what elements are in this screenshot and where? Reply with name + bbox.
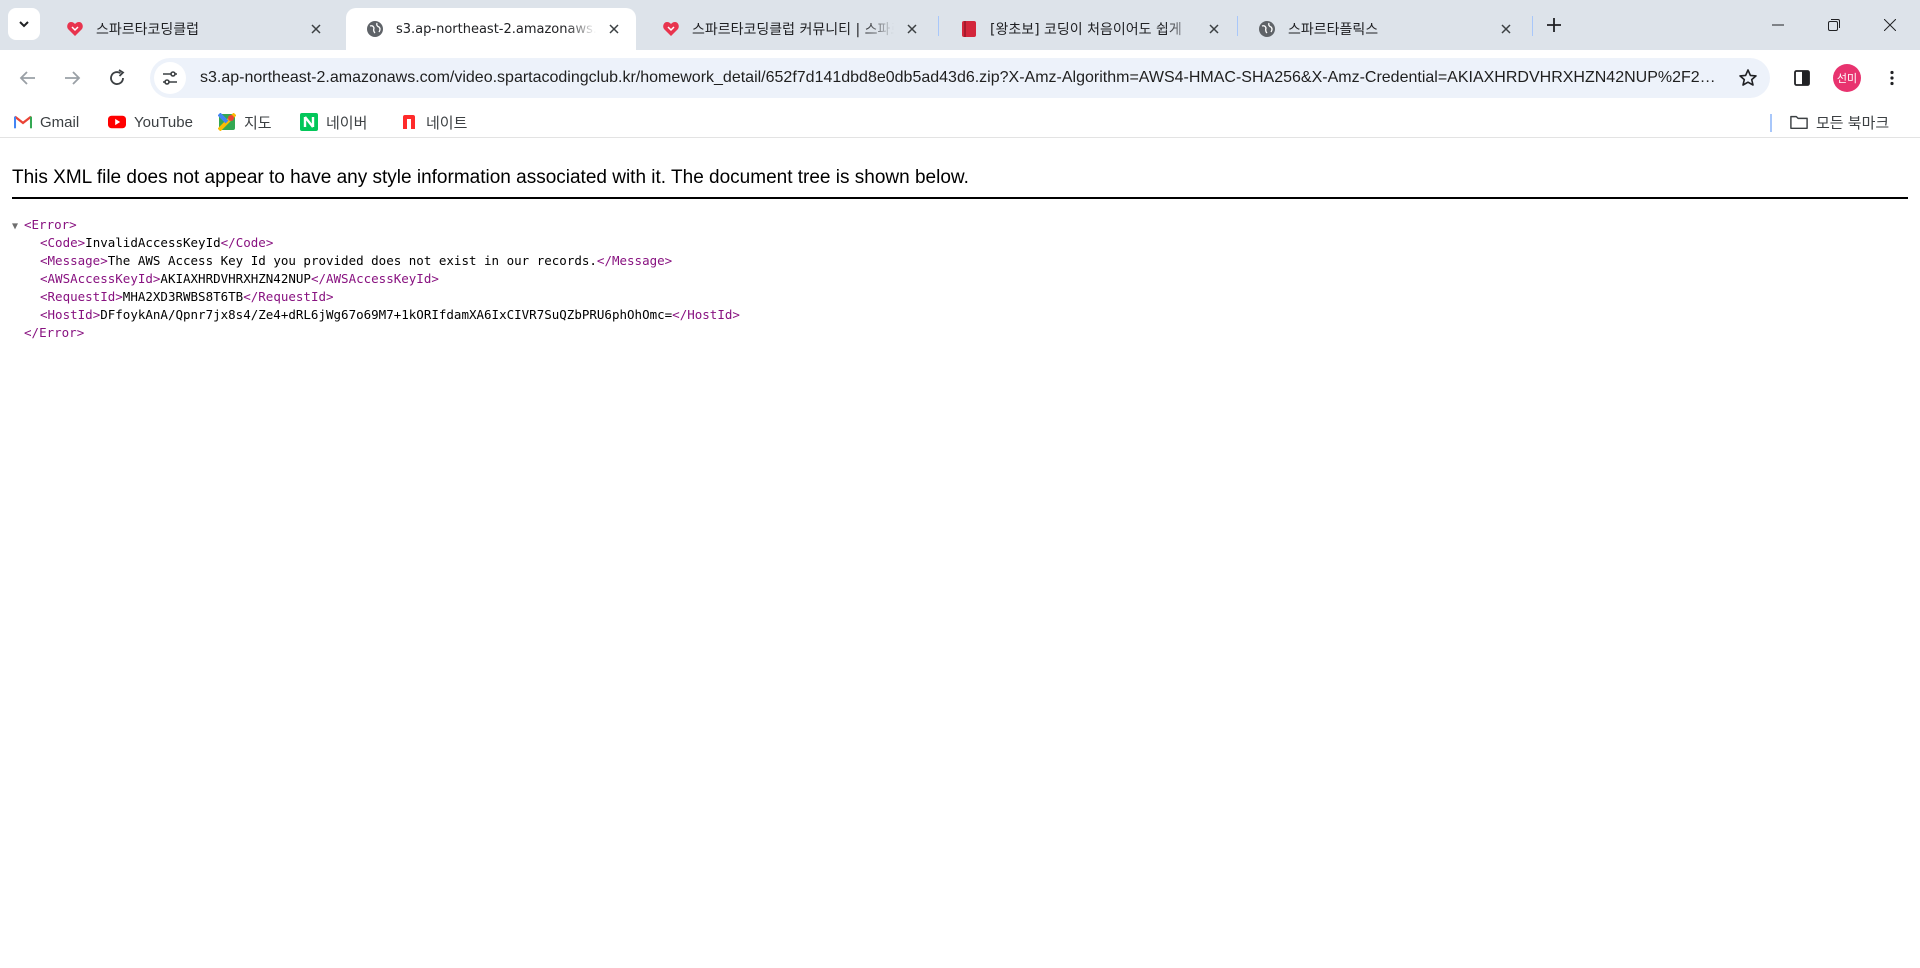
close-window-button[interactable] <box>1862 0 1918 50</box>
naver-icon <box>300 113 318 131</box>
xml-element-message: <Message>The AWS Access Key Id you provi… <box>40 253 673 268</box>
chevron-down-icon <box>19 21 29 28</box>
bookmark-star-button[interactable] <box>1732 62 1764 94</box>
xml-value: InvalidAccessKeyId <box>85 235 221 250</box>
address-bar[interactable]: s3.ap-northeast-2.amazonaws.com/video.sp… <box>150 58 1770 98</box>
more-vert-icon <box>1890 70 1894 86</box>
all-bookmarks-button[interactable]: 모든 북마크 <box>1790 110 1889 134</box>
bookmarks-bar: Gmail YouTube 지도 네이버 네이트 모든 북마크 <box>0 106 1920 138</box>
maps-icon <box>218 113 236 131</box>
bookmark-maps[interactable]: 지도 <box>218 110 272 134</box>
close-icon[interactable] <box>1496 19 1516 39</box>
new-tab-button[interactable] <box>1540 11 1568 39</box>
restore-icon <box>1828 19 1840 31</box>
tab-beginner-coding[interactable]: [왕초보] 코딩이 처음이어도 쉽게 <box>940 8 1236 50</box>
xml-value: AKIAXHRDVHRXHZN42NUP <box>160 271 311 286</box>
tab-s3-amazonaws[interactable]: s3.ap-northeast-2.amazonaws.com <box>346 8 636 50</box>
xml-root-close: </Error> <box>24 325 85 340</box>
xml-element-code: <Code>InvalidAccessKeyId</Code> <box>40 235 274 250</box>
tab-separator <box>1532 16 1533 36</box>
spartacodingclub-heart-icon <box>662 20 680 38</box>
xml-value: The AWS Access Key Id you provided does … <box>107 253 597 268</box>
bookmark-label: 지도 <box>244 114 272 132</box>
restore-button[interactable] <box>1806 0 1862 50</box>
minimize-icon <box>1772 24 1784 26</box>
globe-icon <box>366 20 384 38</box>
tab-title: 스파르타코딩클럽 <box>96 22 200 38</box>
tab-title: [왕초보] 코딩이 처음이어도 쉽게 <box>990 22 1182 38</box>
close-icon[interactable] <box>1204 19 1224 39</box>
star-icon <box>1739 69 1757 86</box>
bookmark-label: Gmail <box>40 113 80 131</box>
profile-avatar[interactable]: 선미 <box>1833 64 1861 92</box>
reload-button[interactable] <box>101 62 133 94</box>
tab-title: 스파르타코딩클럽 커뮤니티 | 스파르타 <box>692 22 894 38</box>
plus-icon <box>1547 18 1561 32</box>
arrow-back-icon <box>19 71 35 85</box>
side-panel-icon <box>1794 70 1810 86</box>
xml-element-hostid: <HostId>DFfoykAnA/Qpnr7jx8s4/Ze4+dRL6jWg… <box>40 307 740 322</box>
chrome-menu-button[interactable] <box>1876 62 1908 94</box>
xml-tree: ▼ <Error> <Code>InvalidAccessKeyId</Code>… <box>12 216 740 342</box>
xml-style-notice: This XML file does not appear to have an… <box>12 167 1908 199</box>
collapse-triangle-icon[interactable]: ▼ <box>12 218 24 236</box>
tab-title: 스파르타플릭스 <box>1288 22 1379 38</box>
page-content: This XML file does not appear to have an… <box>0 139 1920 968</box>
url-text[interactable]: s3.ap-northeast-2.amazonaws.com/video.sp… <box>200 69 1732 87</box>
tab-spartaflix[interactable]: 스파르타플릭스 <box>1238 8 1528 50</box>
toolbar: s3.ap-northeast-2.amazonaws.com/video.sp… <box>0 50 1920 106</box>
spartacodingclub-heart-icon <box>66 20 84 38</box>
back-button[interactable] <box>12 62 44 94</box>
close-icon[interactable] <box>604 19 624 39</box>
side-panel-button[interactable] <box>1786 62 1818 94</box>
youtube-icon <box>108 113 126 131</box>
tab-separator <box>938 16 939 36</box>
bookmark-gmail[interactable]: Gmail <box>14 110 79 134</box>
red-book-icon <box>960 20 978 38</box>
tab-spartacodingclub-community[interactable]: 스파르타코딩클럽 커뮤니티 | 스파르타 <box>642 8 934 50</box>
close-icon[interactable] <box>306 19 326 39</box>
arrow-forward-icon <box>65 71 81 85</box>
nate-icon <box>400 113 418 131</box>
reload-icon <box>110 69 125 85</box>
close-icon[interactable] <box>902 19 922 39</box>
bookmark-label: 네이트 <box>426 114 468 132</box>
xml-element-requestid: <RequestId>MHA2XD3RWBS8T6TB</RequestId> <box>40 289 334 304</box>
globe-icon <box>1258 20 1276 38</box>
bookmark-naver[interactable]: 네이버 <box>300 110 367 134</box>
site-info-button[interactable] <box>154 62 186 94</box>
tab-strip: 스파르타코딩클럽 s3.ap-northeast-2.amazonaws.com… <box>0 0 1920 50</box>
forward-button[interactable] <box>56 62 88 94</box>
bookmark-label: 네이버 <box>326 114 368 132</box>
bookmark-nate[interactable]: 네이트 <box>400 110 467 134</box>
tab-title: s3.ap-northeast-2.amazonaws.com <box>396 21 596 37</box>
gmail-icon <box>14 113 32 131</box>
bookmarks-separator <box>1770 114 1772 132</box>
tab-spartacodingclub[interactable]: 스파르타코딩클럽 <box>46 8 338 50</box>
folder-icon <box>1790 113 1808 131</box>
xml-element-awsaccesskeyid: <AWSAccessKeyId>AKIAXHRDVHRXHZN42NUP</AW… <box>40 271 439 286</box>
tab-search-button[interactable] <box>8 8 40 40</box>
minimize-button[interactable] <box>1750 0 1806 50</box>
bookmark-youtube[interactable]: YouTube <box>108 110 193 134</box>
all-bookmarks-label: 모든 북마크 <box>1816 114 1890 132</box>
xml-root-open[interactable]: ▼ <Error> <box>12 216 740 234</box>
tune-icon <box>163 71 177 85</box>
xml-value: DFfoykAnA/Qpnr7jx8s4/Ze4+dRL6jWg67o69M7+… <box>100 307 673 322</box>
xml-value: MHA2XD3RWBS8T6TB <box>122 289 244 304</box>
close-icon <box>1884 19 1896 31</box>
bookmark-label: YouTube <box>134 113 193 131</box>
